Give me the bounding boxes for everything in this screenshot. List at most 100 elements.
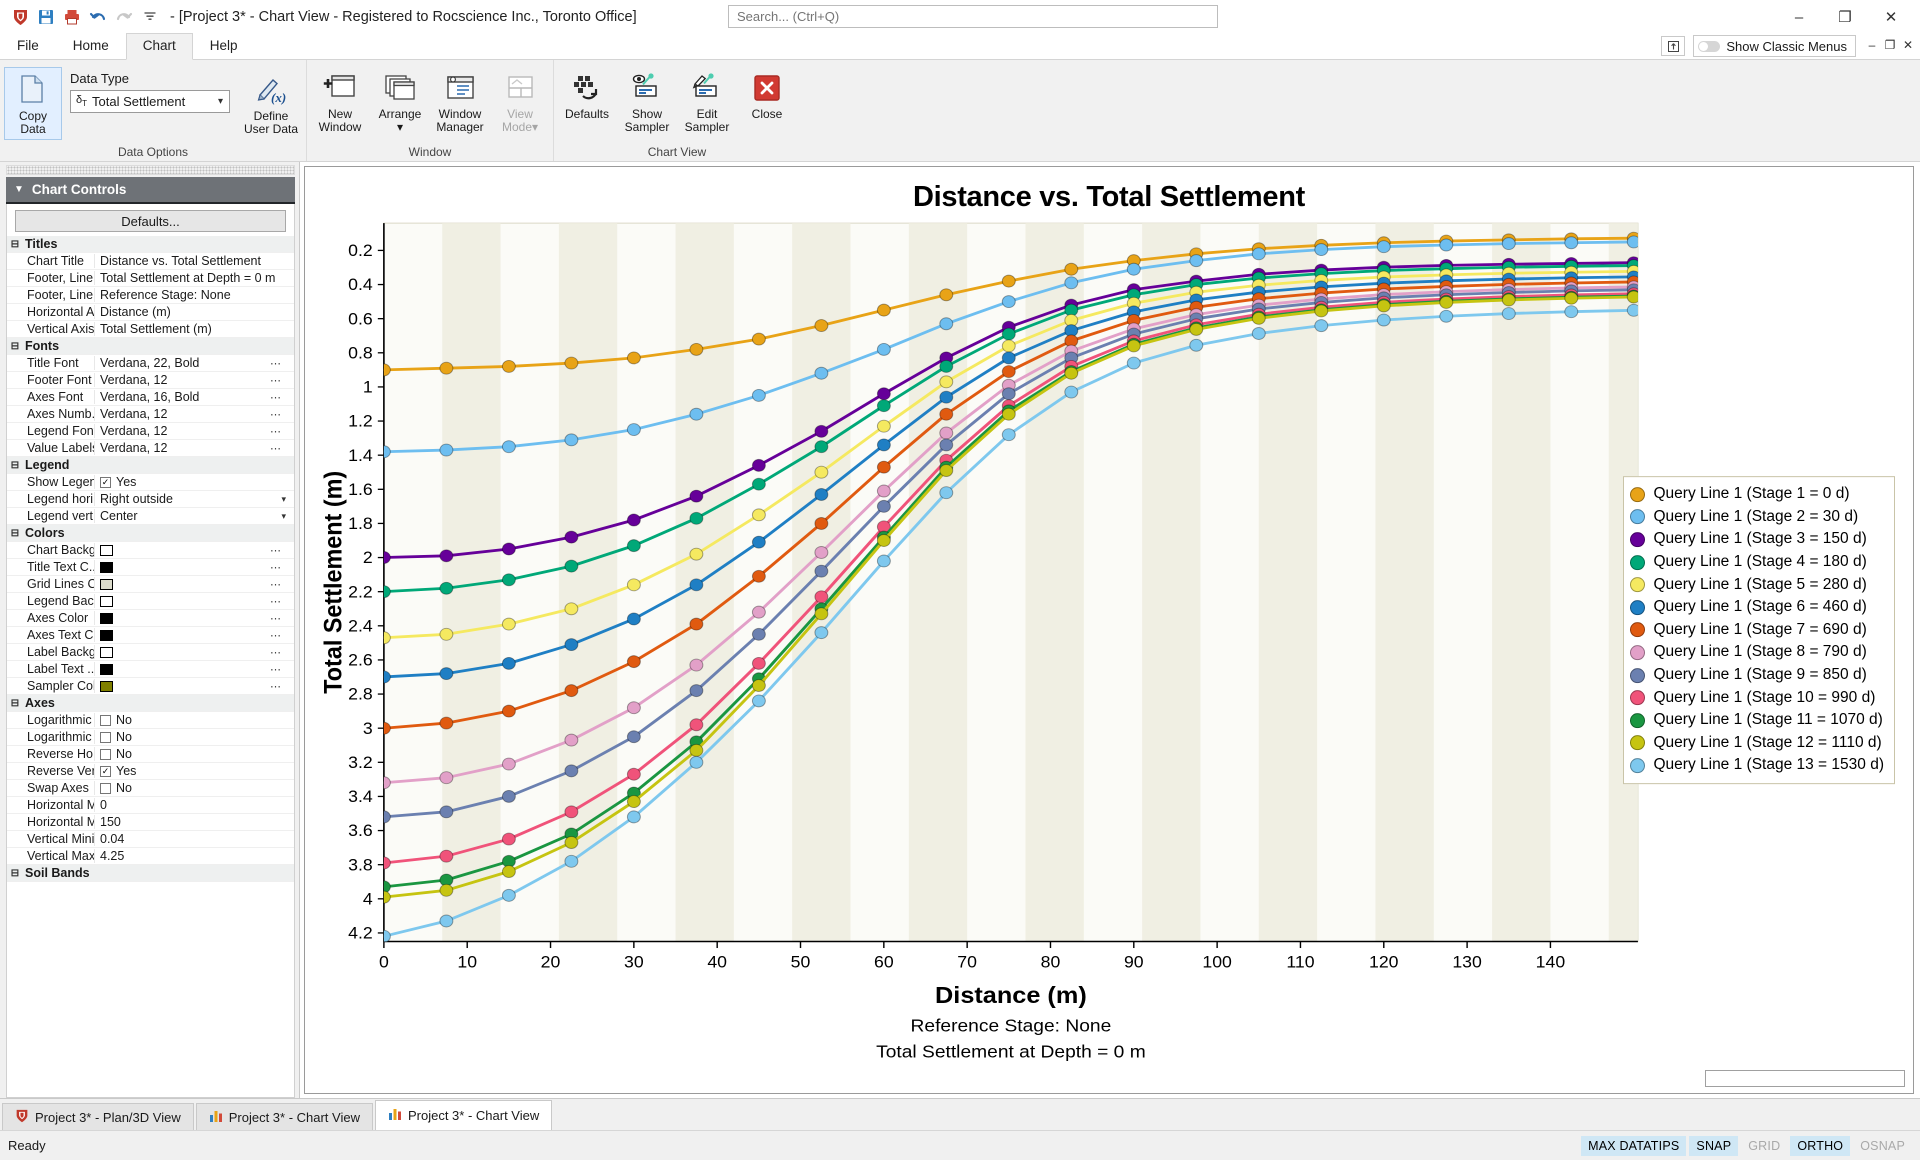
status-toggle-ortho[interactable]: ORTHO — [1790, 1136, 1850, 1156]
series-marker[interactable] — [627, 352, 640, 364]
tab-home[interactable]: Home — [56, 33, 126, 59]
series-marker[interactable] — [1065, 386, 1078, 398]
property-row[interactable]: Footer, Line 2Reference Stage: None — [7, 287, 294, 304]
series-marker[interactable] — [1440, 239, 1453, 251]
series-marker[interactable] — [752, 459, 765, 471]
series-marker[interactable] — [1252, 328, 1265, 340]
series-marker[interactable] — [565, 734, 578, 746]
expand-collapse-icon[interactable]: ⊟ — [7, 698, 23, 709]
property-value-cell[interactable]: Total Settlement (m) — [95, 322, 294, 336]
chart-legend[interactable]: Query Line 1 (Stage 1 = 0 d)Query Line 1… — [1623, 476, 1895, 784]
print-icon[interactable] — [62, 7, 82, 27]
document-tab[interactable]: Project 3* - Chart View — [375, 1100, 552, 1130]
property-value-cell[interactable]: ⋯ — [95, 545, 294, 556]
series-marker[interactable] — [502, 790, 515, 802]
property-row[interactable]: Axes Numb...Verdana, 12⋯ — [7, 406, 294, 423]
series-marker[interactable] — [440, 628, 453, 640]
property-value-cell[interactable]: ⋯ — [95, 596, 294, 607]
series-marker[interactable] — [940, 465, 953, 477]
series-marker[interactable] — [565, 639, 578, 651]
series-marker[interactable] — [877, 439, 890, 451]
series-marker[interactable] — [440, 717, 453, 729]
arrange-button[interactable]: Arrange▾ — [371, 65, 429, 138]
property-value-cell[interactable]: Distance (m) — [95, 305, 294, 319]
ellipsis-button[interactable]: ⋯ — [270, 408, 282, 421]
series-marker[interactable] — [1190, 323, 1203, 335]
copy-data-button[interactable]: CopyData — [4, 67, 62, 140]
property-row[interactable]: Value Labels...Verdana, 12⋯ — [7, 440, 294, 457]
series-marker[interactable] — [877, 500, 890, 512]
property-row[interactable]: Reverse Ver...✓Yes — [7, 763, 294, 780]
series-marker[interactable] — [815, 517, 828, 529]
chevron-down-icon[interactable]: ▾ — [281, 511, 286, 522]
series-marker[interactable] — [440, 915, 453, 927]
series-marker[interactable] — [815, 608, 828, 620]
edit-sampler-button[interactable]: EditSampler — [678, 65, 736, 138]
property-value-cell[interactable]: ⋯ — [95, 613, 294, 624]
document-tab[interactable]: Project 3* - Plan/3D View — [2, 1103, 194, 1130]
property-value-cell[interactable]: Verdana, 22, Bold⋯ — [95, 356, 294, 370]
series-marker[interactable] — [690, 756, 703, 768]
series-marker[interactable] — [690, 579, 703, 591]
series-marker[interactable] — [627, 540, 640, 552]
property-row[interactable]: Footer, Line 1Total Settlement at Depth … — [7, 270, 294, 287]
series-marker[interactable] — [690, 548, 703, 560]
property-value-cell[interactable]: No — [95, 781, 294, 795]
property-row[interactable]: Vertical Mini...0.04 — [7, 831, 294, 848]
property-row[interactable]: Vertical AxisTotal Settlement (m) — [7, 321, 294, 338]
series-marker[interactable] — [940, 487, 953, 499]
color-swatch[interactable] — [100, 647, 113, 658]
series-marker[interactable] — [690, 659, 703, 671]
property-value-cell[interactable]: ✓Yes — [95, 475, 294, 489]
series-marker[interactable] — [502, 758, 515, 770]
property-row[interactable]: Axes FontVerdana, 16, Bold⋯ — [7, 389, 294, 406]
color-swatch[interactable] — [100, 579, 113, 590]
series-marker[interactable] — [502, 441, 515, 453]
series-marker[interactable] — [1502, 294, 1515, 306]
series-marker[interactable] — [752, 536, 765, 548]
series-marker[interactable] — [565, 855, 578, 867]
series-marker[interactable] — [1252, 312, 1265, 324]
customize-qat-icon[interactable] — [140, 7, 160, 27]
series-marker[interactable] — [502, 618, 515, 630]
series-marker[interactable] — [1002, 388, 1015, 400]
ellipsis-button[interactable]: ⋯ — [270, 647, 282, 658]
series-marker[interactable] — [502, 705, 515, 717]
series-marker[interactable] — [752, 509, 765, 521]
property-value-cell[interactable]: Verdana, 12⋯ — [95, 373, 294, 387]
property-row[interactable]: Label Text ...⋯ — [7, 661, 294, 678]
property-row[interactable]: Title FontVerdana, 22, Bold⋯ — [7, 355, 294, 372]
property-value-cell[interactable]: Verdana, 12⋯ — [95, 407, 294, 421]
series-marker[interactable] — [1002, 429, 1015, 441]
legend-item[interactable]: Query Line 1 (Stage 8 = 790 d) — [1630, 641, 1884, 664]
property-value-cell[interactable]: 0 — [95, 798, 294, 812]
series-marker[interactable] — [815, 591, 828, 603]
legend-item[interactable]: Query Line 1 (Stage 2 = 30 d) — [1630, 506, 1884, 529]
series-marker[interactable] — [815, 565, 828, 577]
redo-icon[interactable] — [114, 7, 134, 27]
series-marker[interactable] — [627, 768, 640, 780]
series-marker[interactable] — [377, 632, 390, 644]
horizontal-scrollbar[interactable] — [1705, 1070, 1905, 1087]
series-marker[interactable] — [440, 444, 453, 456]
series-marker[interactable] — [1565, 237, 1578, 249]
series-marker[interactable] — [1565, 306, 1578, 318]
series-marker[interactable] — [440, 772, 453, 784]
property-category[interactable]: ⊟Colors — [7, 525, 294, 542]
series-marker[interactable] — [1190, 339, 1203, 351]
close-button[interactable]: ✕ — [1868, 1, 1914, 33]
series-marker[interactable] — [502, 889, 515, 901]
color-swatch[interactable] — [100, 545, 113, 556]
legend-item[interactable]: Query Line 1 (Stage 4 = 180 d) — [1630, 551, 1884, 574]
ellipsis-button[interactable]: ⋯ — [270, 391, 282, 404]
series-marker[interactable] — [627, 702, 640, 714]
series-marker[interactable] — [627, 424, 640, 436]
series-marker[interactable] — [440, 850, 453, 862]
property-value-cell[interactable]: Verdana, 12⋯ — [95, 441, 294, 455]
series-marker[interactable] — [690, 490, 703, 502]
expand-collapse-icon[interactable]: ⊟ — [7, 239, 23, 250]
series-marker[interactable] — [1002, 352, 1015, 364]
property-value-cell[interactable]: Verdana, 12⋯ — [95, 424, 294, 438]
series-marker[interactable] — [440, 362, 453, 374]
property-row[interactable]: Footer FontVerdana, 12⋯ — [7, 372, 294, 389]
